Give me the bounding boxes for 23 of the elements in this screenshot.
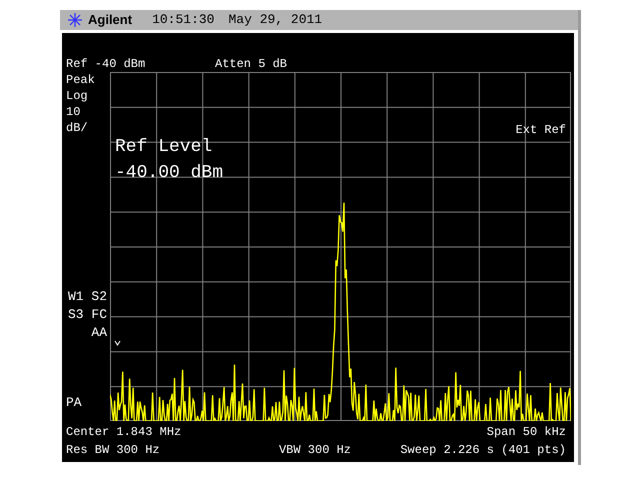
scale-label: 10 [66,104,80,120]
vbw-readout: VBW 300 Hz [278,442,351,458]
sweep-readout: Sweep 2.226 s (401 pts) [400,442,566,458]
starburst-icon [68,13,82,27]
ext-ref-label: Ext Ref [516,122,566,138]
atten-readout: Atten 5 dB [215,56,288,72]
ref-level-value: -40.00 dBm [115,162,224,185]
status-label: S3 FC [68,306,108,324]
scale-label: Peak [66,72,95,88]
marker-icon [114,340,120,346]
ref-readout: Ref -40 dBm [66,56,146,72]
scale-label: dB/ [66,120,88,136]
clock-time: 10:51:30 [152,11,214,30]
res-bw-readout: Res BW 300 Hz [66,442,160,458]
ref-level-title: Ref Level [115,136,212,159]
span-readout: Span 50 kHz [486,424,566,440]
center-readout: Center 1.843 MHz [66,424,182,440]
status-label: W1 S2 [68,288,108,306]
pa-label: PA [66,395,82,411]
date-text: May 29, 2011 [228,11,322,30]
scale-label: Log [66,88,88,104]
brand-name: Agilent [88,11,132,30]
status-label: AA [91,324,108,342]
